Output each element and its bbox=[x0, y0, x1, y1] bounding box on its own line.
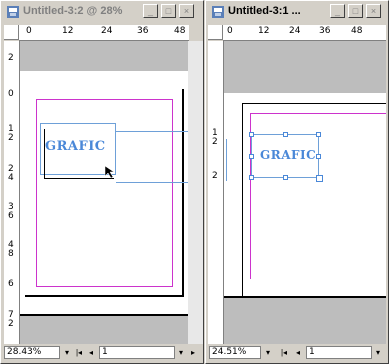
cursor-arrow-icon bbox=[104, 165, 115, 179]
ruler-label: 6 bbox=[8, 279, 14, 289]
prev-page-icon[interactable]: ◂ bbox=[85, 346, 97, 359]
frame-handle[interactable] bbox=[249, 154, 254, 159]
zoom-dropdown-icon[interactable]: ▾ bbox=[61, 346, 73, 359]
ruler-label: 48 bbox=[351, 26, 363, 36]
pasteboard-bottom bbox=[20, 314, 189, 344]
document-window-left[interactable]: Untitled-3:2 @ 28% _ □ × 0 12 24 36 48 2… bbox=[0, 0, 204, 364]
minimize-button[interactable]: _ bbox=[330, 4, 345, 18]
titlebar-left[interactable]: Untitled-3:2 @ 28% _ □ × bbox=[3, 3, 201, 21]
document-icon bbox=[7, 6, 19, 18]
guide-line bbox=[116, 182, 189, 183]
vertical-scrollbar[interactable] bbox=[188, 41, 203, 344]
page-dropdown-icon[interactable]: ▾ bbox=[372, 346, 384, 359]
ruler-label: 3 6 bbox=[8, 202, 14, 221]
frame-handle[interactable] bbox=[249, 132, 254, 137]
guide-line bbox=[116, 131, 189, 132]
status-bar: 24.51% ▾ |◂ ◂ 1 ▾ bbox=[208, 345, 386, 360]
ruler-label: 4 8 bbox=[8, 240, 14, 259]
titlebar-right[interactable]: Untitled-3:1 ... _ □ × bbox=[208, 3, 386, 21]
page-dropdown-icon[interactable]: ▾ bbox=[175, 346, 187, 359]
frame-handle[interactable] bbox=[316, 132, 321, 137]
document-canvas[interactable]: GRAFIC bbox=[20, 41, 189, 344]
horizontal-ruler[interactable]: 0 12 24 36 48 bbox=[223, 25, 386, 41]
ruler-label: 12 bbox=[258, 26, 270, 36]
graphic-text[interactable]: GRAFIC bbox=[45, 139, 106, 154]
ruler-origin[interactable] bbox=[4, 25, 19, 40]
vertical-ruler[interactable]: 1 2 2 bbox=[208, 41, 224, 344]
zoom-dropdown-icon[interactable]: ▾ bbox=[262, 346, 274, 359]
frame-handle[interactable] bbox=[249, 175, 254, 180]
document-canvas[interactable]: GRAFIC bbox=[224, 41, 386, 344]
close-button[interactable]: × bbox=[366, 4, 381, 18]
next-page-icon[interactable]: ▸ bbox=[187, 346, 199, 359]
ruler-label: 2 bbox=[212, 171, 218, 181]
frame-handle[interactable] bbox=[316, 154, 321, 159]
horizontal-ruler[interactable]: 0 12 24 36 48 bbox=[19, 25, 189, 41]
ruler-label: 12 bbox=[62, 26, 74, 36]
maximize-button[interactable]: □ bbox=[348, 4, 363, 18]
status-bar: 28.43% ▾ |◂ ◂ 1 ▾ ▸ bbox=[3, 345, 201, 360]
guide-line bbox=[226, 139, 227, 181]
first-page-icon[interactable]: |◂ bbox=[73, 346, 85, 359]
close-button[interactable]: × bbox=[179, 4, 194, 18]
ruler-label: 1 2 bbox=[8, 124, 14, 143]
first-page-icon[interactable]: |◂ bbox=[278, 346, 290, 359]
page-field[interactable]: 1 bbox=[306, 346, 372, 359]
prev-page-icon[interactable]: ◂ bbox=[292, 346, 304, 359]
frame-handle[interactable] bbox=[283, 175, 288, 180]
ruler-label: 24 bbox=[289, 26, 301, 36]
document-window-right[interactable]: Untitled-3:1 ... _ □ × 0 12 24 36 48 1 2… bbox=[205, 0, 389, 364]
window-title: Untitled-3:2 @ 28% bbox=[23, 5, 123, 17]
ruler-label: 2 4 bbox=[8, 164, 14, 183]
window-title: Untitled-3:1 ... bbox=[228, 5, 301, 17]
ruler-label: 36 bbox=[137, 26, 149, 36]
pasteboard-top bbox=[20, 41, 189, 71]
page-field[interactable]: 1 bbox=[99, 346, 175, 359]
graphic-text[interactable]: GRAFIC bbox=[260, 148, 316, 162]
vertical-ruler[interactable]: 2 0 1 2 2 4 3 6 4 8 6 7 2 bbox=[4, 41, 20, 344]
ruler-label: 1 2 bbox=[212, 128, 218, 147]
pasteboard-bottom bbox=[224, 296, 386, 344]
document-icon bbox=[212, 6, 224, 18]
ruler-label: 0 bbox=[8, 89, 14, 99]
frame-edge-line bbox=[44, 129, 45, 179]
ruler-origin[interactable] bbox=[208, 25, 223, 40]
ruler-label: 36 bbox=[319, 26, 331, 36]
ruler-label: 48 bbox=[174, 26, 186, 36]
pasteboard-top bbox=[224, 41, 386, 93]
maximize-button[interactable]: □ bbox=[161, 4, 176, 18]
frame-handle[interactable] bbox=[283, 132, 288, 137]
minimize-button[interactable]: _ bbox=[143, 4, 158, 18]
ruler-label: 2 bbox=[8, 53, 14, 63]
frame-handle[interactable] bbox=[316, 175, 323, 182]
ruler-label: 0 bbox=[227, 26, 233, 36]
ruler-label: 24 bbox=[101, 26, 113, 36]
ruler-label: 7 2 bbox=[8, 310, 14, 329]
zoom-field[interactable]: 24.51% bbox=[209, 346, 261, 359]
zoom-field[interactable]: 28.43% bbox=[4, 346, 60, 359]
ruler-label: 0 bbox=[26, 26, 32, 36]
